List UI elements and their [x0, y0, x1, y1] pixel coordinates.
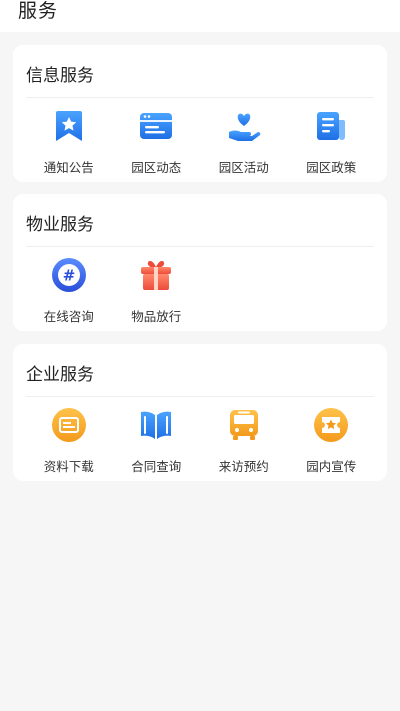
newspaper-icon	[312, 107, 350, 145]
hashtag-icon: #	[50, 256, 88, 294]
service-item-visit-booking[interactable]: 来访预约	[200, 406, 288, 475]
promo-ticket-icon	[312, 406, 350, 444]
enterprise-services-grid: 资料下载 合同查询 来访预约 园内宣传	[13, 406, 387, 475]
service-label: 通知公告	[43, 160, 94, 175]
service-item-park-policy[interactable]: 园区政策	[288, 107, 376, 176]
service-label: 来访预约	[218, 459, 269, 474]
service-item-online-consult[interactable]: # 在线咨询	[25, 256, 113, 325]
section-title-enterprise: 企业服务	[26, 365, 94, 385]
service-label: 在线咨询	[43, 309, 94, 324]
service-item-doc-download[interactable]: 资料下载	[25, 406, 113, 475]
heart-hand-icon	[225, 107, 263, 145]
section-title-property: 物业服务	[26, 215, 94, 235]
property-services-grid: # 在线咨询 物品放行	[13, 256, 387, 325]
divider	[26, 97, 374, 98]
service-label: 物品放行	[131, 309, 182, 324]
service-label: 资料下载	[43, 459, 94, 474]
service-label: 园区活动	[218, 160, 269, 175]
service-item-park-activities[interactable]: 园区活动	[200, 107, 288, 176]
service-label: 园区动态	[131, 160, 182, 175]
service-item-park-promo[interactable]: 园内宣传	[288, 406, 376, 475]
section-title-info: 信息服务	[26, 66, 94, 86]
divider	[26, 396, 374, 397]
service-item-goods-release[interactable]: 物品放行	[113, 256, 201, 325]
bus-icon	[225, 406, 263, 444]
gift-icon	[137, 256, 175, 294]
divider	[26, 246, 374, 247]
service-label: 园内宣传	[306, 459, 357, 474]
page-title: 服务	[18, 0, 59, 22]
page-header: 服务	[0, 0, 400, 32]
bookmark-star-icon	[50, 107, 88, 145]
enterprise-services-card: 企业服务 资料下载 合同查询 来访预约 园内宣传	[13, 344, 387, 481]
document-card-icon	[50, 406, 88, 444]
service-label: 合同查询	[131, 459, 182, 474]
info-services-card: 信息服务 通知公告 园区动态 园区活动 园区政策	[13, 45, 387, 182]
service-item-notices[interactable]: 通知公告	[25, 107, 113, 176]
service-item-contract-query[interactable]: 合同查询	[113, 406, 201, 475]
open-book-icon	[137, 406, 175, 444]
browser-window-icon	[137, 107, 175, 145]
service-item-park-news[interactable]: 园区动态	[113, 107, 201, 176]
svg-text:#: #	[62, 267, 75, 285]
info-services-grid: 通知公告 园区动态 园区活动 园区政策	[13, 107, 387, 176]
property-services-card: 物业服务 # 在线咨询 物品放行	[13, 194, 387, 331]
service-label: 园区政策	[306, 160, 357, 175]
